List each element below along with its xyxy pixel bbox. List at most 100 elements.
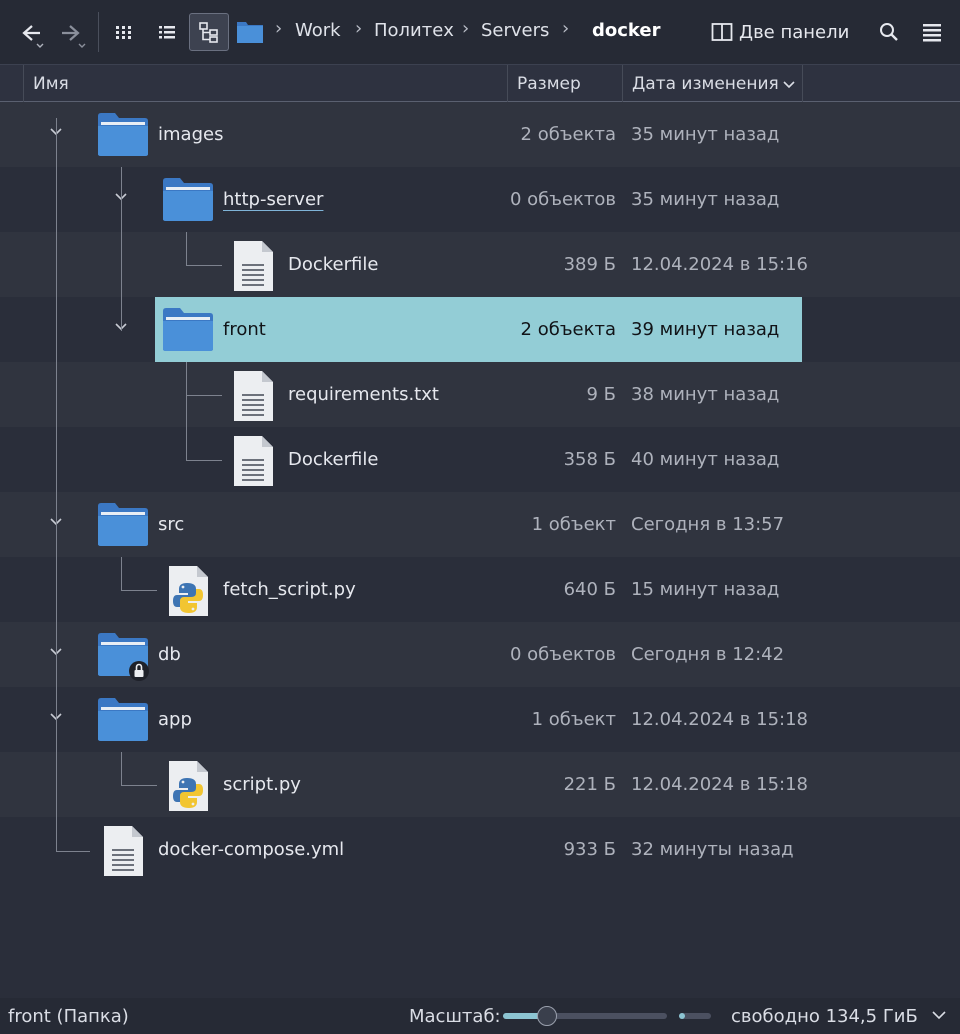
free-space-label: свободно 134,5 ГиБ bbox=[731, 1006, 918, 1027]
breadcrumb-separator: › bbox=[462, 18, 470, 39]
column-name-header[interactable]: Имя bbox=[24, 65, 508, 102]
tree-row-script[interactable]: script.py 221 Б 12.04.2024 в 15:18 bbox=[0, 752, 960, 817]
file-size: 933 Б bbox=[563, 839, 616, 860]
breadcrumb-separator: › bbox=[355, 18, 363, 39]
zoom-slider-handle[interactable] bbox=[537, 1006, 558, 1026]
back-button[interactable] bbox=[14, 18, 48, 48]
column-header: Имя Размер Дата изменения bbox=[0, 64, 960, 102]
file-size: 1 объект bbox=[531, 514, 616, 535]
file-modified: 35 минут назад bbox=[631, 189, 780, 210]
list-view-button[interactable] bbox=[153, 18, 181, 46]
tree-view-icon bbox=[199, 22, 218, 43]
dual-panel-label: Две панели bbox=[739, 21, 850, 43]
tree-row-dockerfile[interactable]: Dockerfile 389 Б 12.04.2024 в 15:16 bbox=[0, 232, 960, 297]
column-size-header[interactable]: Размер bbox=[508, 65, 623, 102]
zoom-slider[interactable] bbox=[503, 1006, 667, 1026]
chevron-down-icon[interactable] bbox=[113, 189, 129, 205]
grid-view-icon bbox=[116, 26, 131, 39]
free-space-bar bbox=[679, 1013, 711, 1019]
file-size: 0 объектов bbox=[509, 189, 616, 210]
file-name: requirements.txt bbox=[288, 384, 439, 405]
python-file-icon bbox=[169, 566, 208, 616]
tree-row-front[interactable]: front 2 объекта 39 минут назад bbox=[0, 297, 960, 362]
tree-row-fetch-script[interactable]: fetch_script.py 640 Б 15 минут назад bbox=[0, 557, 960, 622]
column-modified-label: Дата изменения bbox=[632, 74, 779, 94]
text-file-icon bbox=[234, 436, 273, 486]
tree-row-http-server[interactable]: http-server 0 объектов 35 минут назад bbox=[0, 167, 960, 232]
split-view-icon bbox=[711, 23, 733, 41]
breadcrumb-politeh[interactable]: Политех bbox=[374, 20, 454, 41]
file-size: 2 объекта bbox=[520, 319, 616, 340]
file-name: fetch_script.py bbox=[223, 579, 356, 600]
tree-row-src[interactable]: src 1 объект Сегодня в 13:57 bbox=[0, 492, 960, 557]
sort-chevron-down-icon[interactable] bbox=[782, 80, 796, 90]
toolbar: › Work › Политех › Servers › docker Две … bbox=[0, 0, 960, 64]
chevron-down-icon[interactable] bbox=[48, 709, 64, 725]
tree-row-db[interactable]: db 0 объектов Сегодня в 12:42 bbox=[0, 622, 960, 687]
tree-row-docker-compose[interactable]: docker-compose.yml 933 Б 32 минуты назад bbox=[0, 817, 960, 882]
file-size: 0 объектов bbox=[509, 644, 616, 665]
file-name: app bbox=[158, 709, 192, 730]
arrow-right-icon bbox=[62, 25, 86, 48]
tree-row-dockerfile[interactable]: Dockerfile 358 Б 40 минут назад bbox=[0, 427, 960, 492]
chevron-down-icon[interactable] bbox=[48, 124, 64, 140]
file-size: 221 Б bbox=[563, 774, 616, 795]
breadcrumb-servers[interactable]: Servers bbox=[481, 20, 549, 41]
file-name: db bbox=[158, 644, 181, 665]
chevron-down-icon[interactable] bbox=[931, 1010, 947, 1022]
file-name: front bbox=[223, 319, 266, 340]
selection-status: front (Папка) bbox=[8, 1006, 129, 1027]
folder-icon bbox=[98, 503, 148, 546]
folder-icon bbox=[163, 178, 213, 221]
tree-view-button[interactable] bbox=[189, 13, 229, 51]
file-name: docker-compose.yml bbox=[158, 839, 345, 860]
breadcrumb-work[interactable]: Work bbox=[295, 20, 341, 41]
file-modified: 12.04.2024 в 15:18 bbox=[631, 774, 808, 795]
breadcrumb-separator: › bbox=[562, 18, 570, 39]
folder-icon bbox=[98, 113, 148, 156]
file-size: 389 Б bbox=[563, 254, 616, 275]
folder-icon bbox=[163, 308, 213, 351]
toolbar-separator bbox=[98, 12, 99, 52]
chevron-down-icon[interactable] bbox=[48, 514, 64, 530]
tree-row-app[interactable]: app 1 объект 12.04.2024 в 15:18 bbox=[0, 687, 960, 752]
text-file-icon bbox=[104, 826, 143, 876]
python-file-icon bbox=[169, 761, 208, 811]
arrow-left-icon bbox=[22, 25, 44, 48]
file-size: 2 объекта bbox=[520, 124, 616, 145]
status-bar: front (Папка) Масштаб: свободно 134,5 Ги… bbox=[0, 998, 960, 1034]
breadcrumb-folder-button[interactable] bbox=[236, 16, 264, 46]
file-size: 640 Б bbox=[563, 579, 616, 600]
file-size: 1 объект bbox=[531, 709, 616, 730]
file-name: images bbox=[158, 124, 224, 145]
file-name: src bbox=[158, 514, 185, 535]
file-modified: 12.04.2024 в 15:18 bbox=[631, 709, 808, 730]
file-modified: Сегодня в 13:57 bbox=[631, 514, 785, 535]
forward-button[interactable] bbox=[56, 18, 90, 48]
file-modified: 35 минут назад bbox=[631, 124, 780, 145]
file-modified: 38 минут назад bbox=[631, 384, 780, 405]
file-name: script.py bbox=[223, 774, 301, 795]
menu-button[interactable] bbox=[919, 19, 945, 45]
icons-view-button[interactable] bbox=[110, 18, 138, 46]
tree-row-images[interactable]: images 2 объекта 35 минут назад bbox=[0, 102, 960, 167]
search-icon bbox=[880, 23, 898, 41]
text-file-icon bbox=[234, 371, 273, 421]
chevron-down-icon[interactable] bbox=[113, 319, 129, 335]
tree-row-requirements[interactable]: requirements.txt 9 Б 38 минут назад bbox=[0, 362, 960, 427]
file-modified: 39 минут назад bbox=[631, 319, 780, 340]
file-size: 358 Б bbox=[563, 449, 616, 470]
breadcrumb-current[interactable]: docker bbox=[592, 20, 661, 41]
folder-icon bbox=[98, 698, 148, 741]
column-modified-header[interactable]: Дата изменения bbox=[623, 65, 803, 102]
file-modified: Сегодня в 12:42 bbox=[631, 644, 785, 665]
file-modified: 40 минут назад bbox=[631, 449, 780, 470]
search-button[interactable] bbox=[876, 19, 902, 45]
text-file-icon bbox=[234, 241, 273, 291]
locked-folder-icon bbox=[98, 633, 149, 681]
file-name: Dockerfile bbox=[288, 449, 379, 470]
free-space-fill bbox=[679, 1013, 686, 1019]
dual-panel-button[interactable]: Две панели bbox=[711, 18, 849, 46]
chevron-down-icon[interactable] bbox=[48, 644, 64, 660]
file-modified: 12.04.2024 в 15:16 bbox=[631, 254, 808, 275]
